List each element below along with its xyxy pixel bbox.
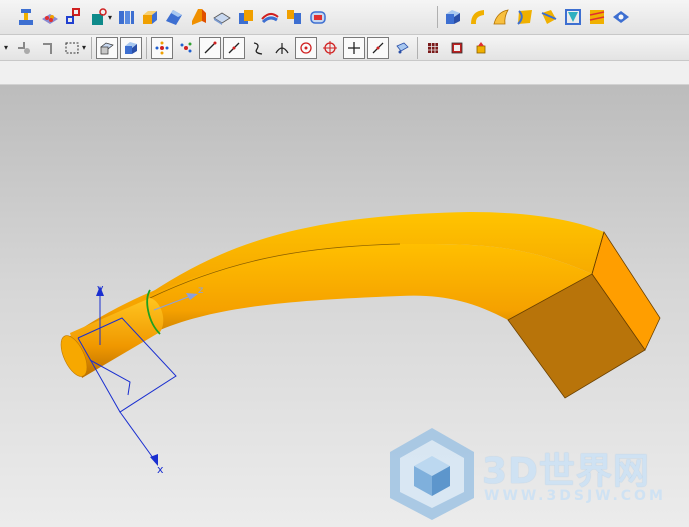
wireframe-view-icon[interactable] — [96, 36, 119, 59]
grid-icon[interactable] — [422, 37, 444, 59]
face-analysis-icon[interactable] — [610, 6, 632, 28]
watermark-logo — [386, 426, 478, 522]
box-icon[interactable] — [442, 6, 464, 28]
n-sided-icon[interactable] — [562, 6, 584, 28]
offset-face-icon[interactable] — [307, 6, 329, 28]
z-axis-label: z — [198, 285, 204, 296]
form-feature-icon[interactable] — [15, 6, 37, 28]
circle-center-icon[interactable] — [295, 36, 318, 59]
extrude-icon[interactable] — [115, 6, 137, 28]
chevron-down-icon[interactable]: ▾ — [108, 13, 112, 22]
spline-icon[interactable] — [247, 37, 269, 59]
selection-box-icon[interactable] — [61, 37, 83, 59]
line-icon[interactable] — [199, 36, 222, 59]
chamfer-icon[interactable] — [163, 6, 185, 28]
toolbar-separator — [146, 36, 148, 59]
x-axis-label: x — [157, 463, 164, 476]
highlight-icon[interactable] — [470, 37, 492, 59]
point-dropdown-icon[interactable] — [87, 6, 109, 28]
trim-body-icon[interactable] — [283, 6, 305, 28]
block-icon[interactable] — [139, 6, 161, 28]
sweep-surface-icon[interactable] — [466, 6, 488, 28]
move-object-icon[interactable] — [151, 36, 174, 59]
feature-toolbar: ▾ — [0, 0, 689, 35]
shaded-view-icon[interactable] — [120, 36, 143, 59]
selection-toolbar: ▾ ▾ — [0, 35, 689, 61]
stop-render-icon[interactable] — [446, 37, 468, 59]
snap-point-icon[interactable] — [13, 37, 35, 59]
shell-icon[interactable] — [259, 6, 281, 28]
chevron-down-icon[interactable]: ▾ — [82, 43, 86, 52]
studio-surface-icon[interactable] — [586, 6, 608, 28]
tag-icon[interactable] — [391, 37, 413, 59]
face-blend-icon[interactable] — [211, 6, 233, 28]
swept-solid[interactable] — [56, 212, 661, 399]
chevron-down-icon[interactable]: ▾ — [4, 43, 8, 52]
toolbar-separator — [91, 36, 93, 59]
arc-icon[interactable] — [223, 36, 246, 59]
datum-csys-icon[interactable] — [63, 6, 85, 28]
boolean-icon[interactable] — [235, 6, 257, 28]
line-through-icon[interactable] — [343, 36, 366, 59]
ruled-surface-icon[interactable] — [490, 6, 512, 28]
watermark-url: WWW.3DSJW.COM — [484, 488, 666, 504]
watermark-brand: 3D世界网 — [482, 451, 650, 492]
through-curves-icon[interactable] — [514, 6, 536, 28]
perpendicular-icon[interactable] — [271, 37, 293, 59]
pad-features-icon[interactable] — [39, 6, 61, 28]
view-tab-strip — [0, 61, 689, 85]
toolbar-separator — [437, 6, 438, 28]
crosshair-icon[interactable] — [319, 37, 341, 59]
swept-along-icon[interactable] — [538, 6, 560, 28]
snap-endpoint-icon[interactable] — [37, 37, 59, 59]
y-axis-label: y — [97, 282, 104, 295]
point-set-icon[interactable] — [367, 36, 390, 59]
transform-icon[interactable] — [175, 37, 197, 59]
toolbar-separator — [417, 36, 419, 59]
swept-icon[interactable] — [187, 6, 209, 28]
